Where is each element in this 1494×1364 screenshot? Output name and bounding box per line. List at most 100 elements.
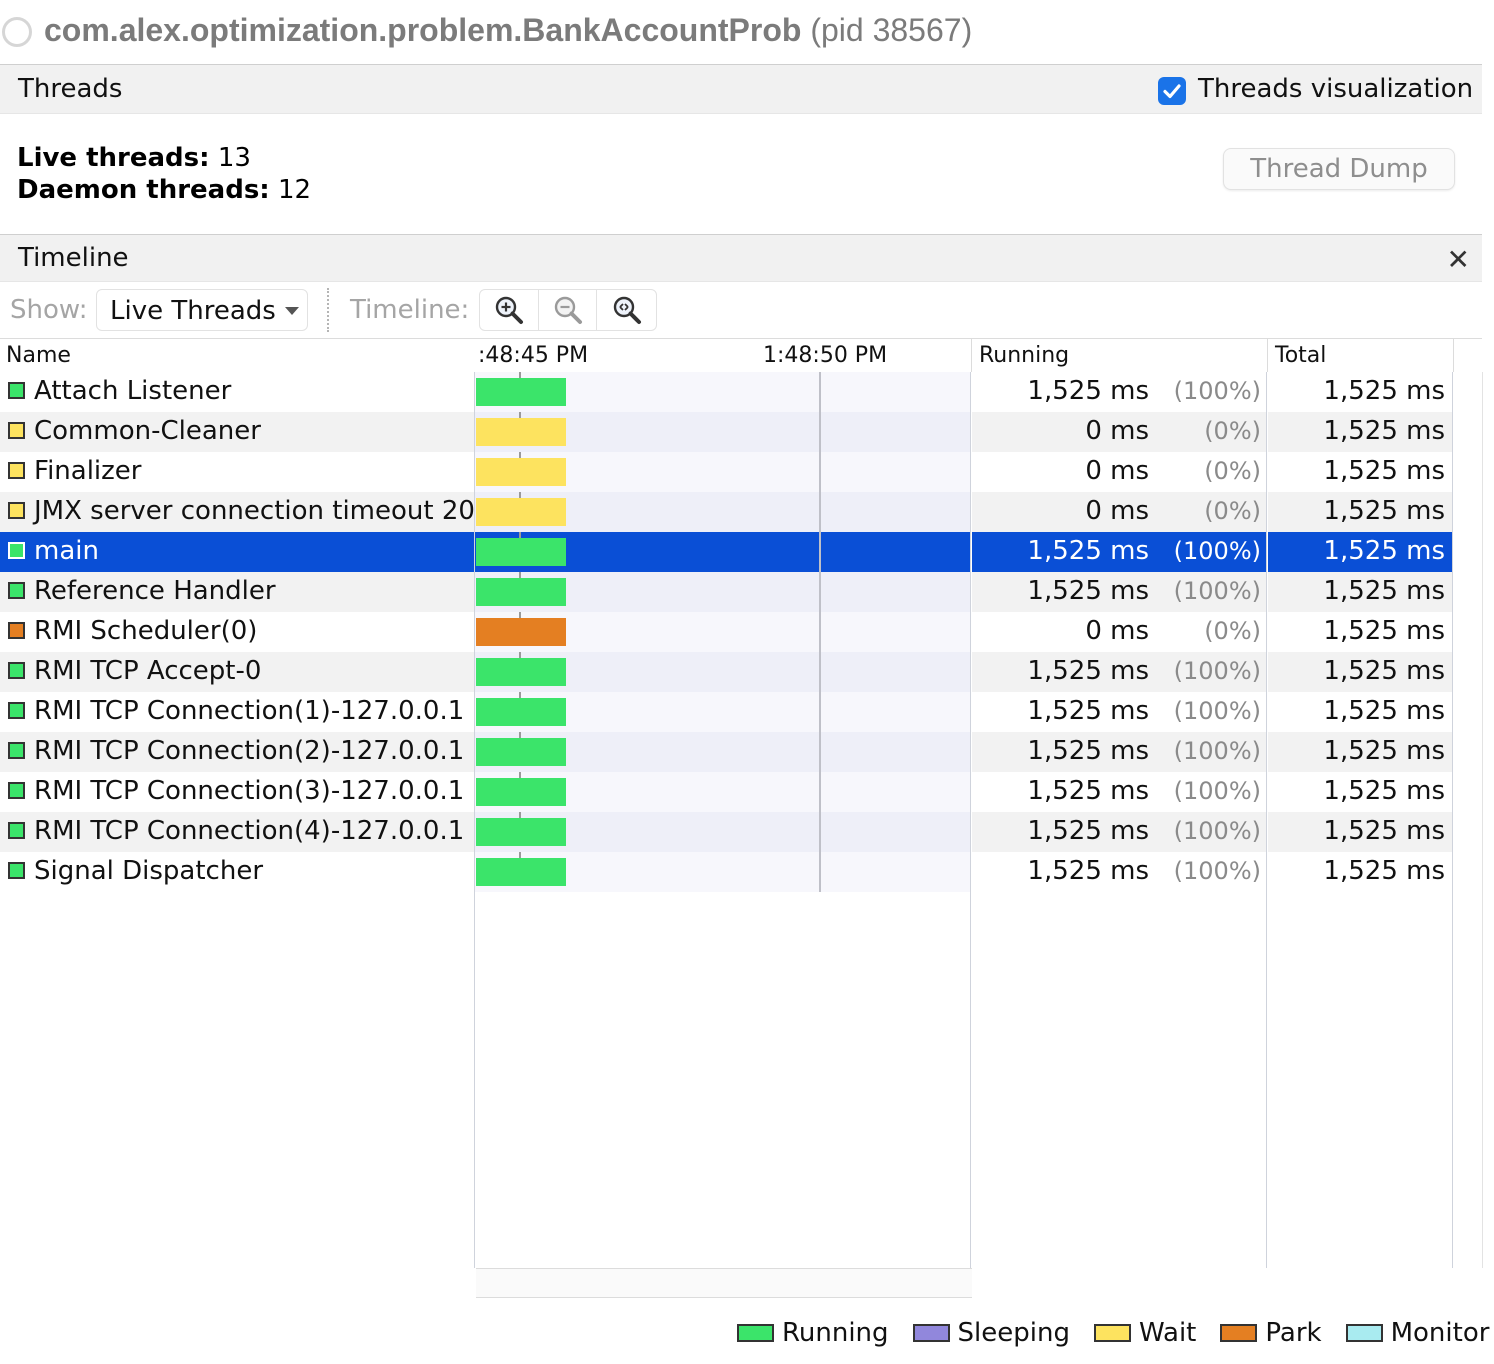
thread-timeline-cell[interactable] xyxy=(475,372,970,412)
table-row[interactable]: JMX server connection timeout 20 0 ms (0%)… xyxy=(0,492,1453,532)
thread-name-cell[interactable]: Reference Handler xyxy=(0,572,474,612)
zoom-fit-button[interactable] xyxy=(597,290,656,330)
thread-name-cell[interactable]: Finalizer xyxy=(0,452,474,492)
thread-timeline-cell[interactable] xyxy=(475,772,970,812)
thread-timeline-cell[interactable] xyxy=(475,612,970,652)
daemon-threads-label: Daemon threads: xyxy=(17,175,270,205)
thread-running-cell[interactable]: 1,525 ms (100%) xyxy=(972,772,1267,812)
timeline-gridline xyxy=(819,452,821,492)
timeline-horizontal-scrollbar[interactable] xyxy=(476,1268,972,1298)
thread-running-cell[interactable]: 0 ms (0%) xyxy=(972,412,1267,452)
timeline-gridline xyxy=(819,652,821,692)
thread-running-cell[interactable]: 1,525 ms (100%) xyxy=(972,652,1267,692)
thread-running-cell[interactable]: 0 ms (0%) xyxy=(972,492,1267,532)
column-header-running[interactable]: Running xyxy=(971,338,1267,372)
thread-name-cell[interactable]: Attach Listener xyxy=(0,372,474,412)
thread-name-cell[interactable]: RMI Scheduler(0) xyxy=(0,612,474,652)
column-header-name[interactable]: Name xyxy=(0,338,474,372)
table-row[interactable]: Attach Listener 1,525 ms (100%) 1,525 ms xyxy=(0,372,1453,412)
thread-name: Reference Handler xyxy=(34,576,276,606)
thread-running-cell[interactable]: 1,525 ms (100%) xyxy=(972,852,1267,892)
thread-dump-button[interactable]: Thread Dump xyxy=(1223,148,1455,190)
thread-timeline-cell[interactable] xyxy=(475,492,970,532)
table-row[interactable]: Finalizer 0 ms (0%) 1,525 ms xyxy=(0,452,1453,492)
legend-swatch xyxy=(1345,1324,1383,1342)
thread-timeline-cell[interactable] xyxy=(475,572,970,612)
thread-name-cell[interactable]: RMI TCP Connection(1)-127.0.0.1 xyxy=(0,692,474,732)
legend-label: Running xyxy=(782,1318,889,1348)
thread-total-cell[interactable]: 1,525 ms xyxy=(1268,572,1453,612)
thread-timeline-cell[interactable] xyxy=(475,412,970,452)
threads-visualization-checkbox[interactable] xyxy=(1158,77,1186,105)
thread-name: RMI Scheduler(0) xyxy=(34,616,258,646)
thread-running-cell[interactable]: 0 ms (0%) xyxy=(972,612,1267,652)
thread-name-cell[interactable]: RMI TCP Connection(4)-127.0.0.1 xyxy=(0,812,474,852)
thread-name-cell[interactable]: RMI TCP Accept-0 xyxy=(0,652,474,692)
running-percent: (100%) xyxy=(1173,697,1261,725)
close-icon[interactable]: ✕ xyxy=(1447,243,1470,276)
thread-timeline-cell[interactable] xyxy=(475,812,970,852)
thread-total-cell[interactable]: 1,525 ms xyxy=(1268,772,1453,812)
zoom-in-button[interactable] xyxy=(480,290,539,330)
thread-name-cell[interactable]: main xyxy=(0,532,474,572)
table-row[interactable]: Common-Cleaner 0 ms (0%) 1,525 ms xyxy=(0,412,1453,452)
thread-total-cell[interactable]: 1,525 ms xyxy=(1268,492,1453,532)
thread-name-cell[interactable]: JMX server connection timeout 20 xyxy=(0,492,475,532)
thread-running-cell[interactable]: 1,525 ms (100%) xyxy=(972,372,1267,412)
thread-total-cell[interactable]: 1,525 ms xyxy=(1268,532,1453,572)
live-threads-value: 13 xyxy=(217,143,251,173)
thread-timeline-cell[interactable] xyxy=(475,732,970,772)
running-percent: (100%) xyxy=(1173,577,1261,605)
table-row[interactable]: main 1,525 ms (100%) 1,525 ms xyxy=(0,532,1453,572)
thread-running-cell[interactable]: 1,525 ms (100%) xyxy=(972,732,1267,772)
window-title-bar: com.alex.optimization.problem.BankAccoun… xyxy=(0,0,1494,64)
thread-running-cell[interactable]: 1,525 ms (100%) xyxy=(972,692,1267,732)
column-header-filler xyxy=(1453,338,1482,372)
table-row[interactable]: Signal Dispatcher 1,525 ms (100%) 1,525 ms xyxy=(0,852,1453,892)
zoom-fit-icon xyxy=(613,296,641,324)
thread-total-cell[interactable]: 1,525 ms xyxy=(1268,652,1453,692)
thread-running-cell[interactable]: 1,525 ms (100%) xyxy=(972,572,1267,612)
thread-running-cell[interactable]: 1,525 ms (100%) xyxy=(972,812,1267,852)
show-dropdown[interactable]: Live Threads xyxy=(96,289,308,331)
thread-state-icon xyxy=(8,502,25,519)
thread-total-cell[interactable]: 1,525 ms xyxy=(1268,612,1453,652)
thread-total-cell[interactable]: 1,525 ms xyxy=(1268,452,1453,492)
thread-timeline-cell[interactable] xyxy=(475,692,970,732)
table-row[interactable]: RMI Scheduler(0) 0 ms (0%) 1,525 ms xyxy=(0,612,1453,652)
thread-name-cell[interactable]: Common-Cleaner xyxy=(0,412,474,452)
timeline-tick-mark xyxy=(519,572,521,578)
thread-total-cell[interactable]: 1,525 ms xyxy=(1268,412,1453,452)
thread-total-cell[interactable]: 1,525 ms xyxy=(1268,692,1453,732)
legend-label: Sleeping xyxy=(957,1318,1070,1348)
table-row[interactable]: Reference Handler 1,525 ms (100%) 1,525 ms xyxy=(0,572,1453,612)
thread-total-cell[interactable]: 1,525 ms xyxy=(1268,732,1453,772)
column-header-total[interactable]: Total xyxy=(1267,338,1453,372)
thread-timeline-cell[interactable] xyxy=(475,852,970,892)
thread-state-icon xyxy=(8,542,25,559)
thread-name-cell[interactable]: RMI TCP Connection(2)-127.0.0.1 xyxy=(0,732,474,772)
total-time: 1,525 ms xyxy=(1323,776,1445,806)
thread-running-cell[interactable]: 1,525 ms (100%) xyxy=(972,532,1267,572)
total-time: 1,525 ms xyxy=(1323,416,1445,446)
vertical-scrollbar[interactable] xyxy=(1482,372,1483,1268)
thread-total-cell[interactable]: 1,525 ms xyxy=(1268,852,1453,892)
thread-state-icon xyxy=(8,782,25,799)
table-row[interactable]: RMI TCP Connection(1)-127.0.0.1 1,525 ms (… xyxy=(0,692,1453,732)
thread-name-cell[interactable]: Signal Dispatcher xyxy=(0,852,474,892)
thread-running-cell[interactable]: 0 ms (0%) xyxy=(972,452,1267,492)
thread-timeline-cell[interactable] xyxy=(475,532,970,572)
thread-name-cell[interactable]: RMI TCP Connection(3)-127.0.0.1 xyxy=(0,772,474,812)
threads-visualization-label[interactable]: Threads visualization xyxy=(1198,74,1473,104)
table-row[interactable]: RMI TCP Accept-0 1,525 ms (100%) 1,525 ms xyxy=(0,652,1453,692)
thread-timeline-cell[interactable] xyxy=(475,652,970,692)
table-row[interactable]: RMI TCP Connection(3)-127.0.0.1 1,525 ms (… xyxy=(0,772,1453,812)
thread-timeline-cell[interactable] xyxy=(475,452,970,492)
thread-total-cell[interactable]: 1,525 ms xyxy=(1268,372,1453,412)
zoom-out-button[interactable] xyxy=(539,290,598,330)
table-row[interactable]: RMI TCP Connection(2)-127.0.0.1 1,525 ms (… xyxy=(0,732,1453,772)
table-row[interactable]: RMI TCP Connection(4)-127.0.0.1 1,525 ms (… xyxy=(0,812,1453,852)
thread-total-cell[interactable]: 1,525 ms xyxy=(1268,812,1453,852)
running-percent: (100%) xyxy=(1173,657,1261,685)
column-header-timeline[interactable]: :48:45 PM 1:48:50 PM xyxy=(474,338,971,372)
